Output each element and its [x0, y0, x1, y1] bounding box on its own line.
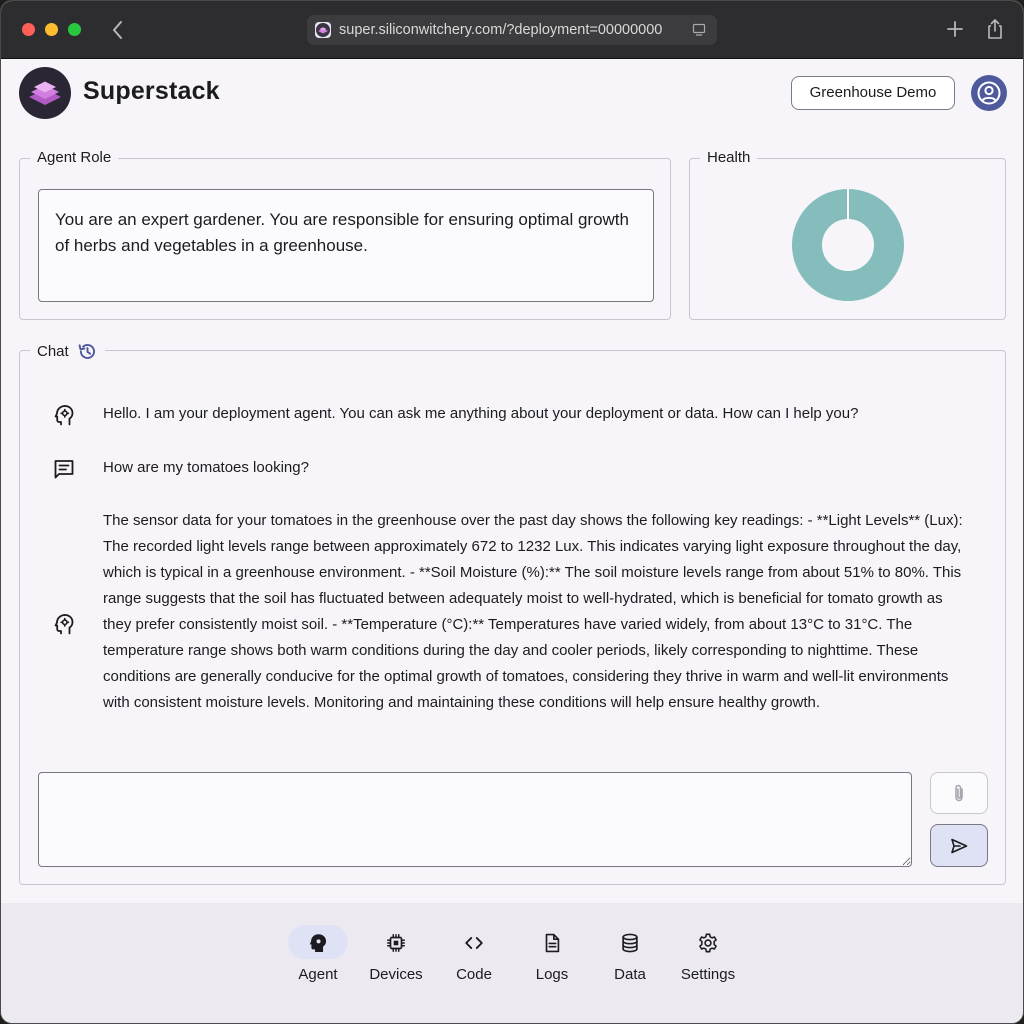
account-circle-icon [977, 81, 1001, 105]
maximize-window-button[interactable] [68, 23, 81, 36]
nav-label: Agent [298, 966, 338, 983]
chat-message-text: The sensor data for your tomatoes in the… [103, 512, 963, 711]
bottom-navigation: Agent Devices Code Logs Data Settings [1, 903, 1023, 1023]
nav-label: Devices [369, 966, 423, 983]
browser-window: super.siliconwitchery.com/?deployment=00… [0, 0, 1024, 1024]
agent-head-icon [54, 614, 74, 635]
agent-role-panel: Agent Role You are an expert gardener. Y… [19, 149, 671, 320]
agent-role-legend: Agent Role [30, 149, 119, 167]
share-button[interactable] [985, 17, 1005, 41]
new-tab-button[interactable] [945, 19, 965, 39]
gear-icon [699, 933, 717, 953]
database-icon [622, 933, 638, 953]
superstack-logo [19, 67, 71, 119]
health-panel: Health [689, 149, 1006, 320]
paperclip-icon [955, 784, 963, 802]
agent-head-icon [309, 934, 327, 952]
chat-message-user: How are my tomatoes looking? [20, 455, 1005, 483]
deployment-select-button[interactable]: Greenhouse Demo [791, 76, 955, 110]
document-icon [545, 933, 560, 953]
nav-item-agent[interactable]: Agent [279, 925, 357, 991]
back-button[interactable] [107, 17, 129, 43]
address-bar[interactable]: super.siliconwitchery.com/?deployment=00… [307, 15, 717, 45]
url-text: super.siliconwitchery.com/?deployment=00… [339, 22, 663, 38]
health-legend: Health [700, 149, 758, 167]
chat-legend-label: Chat [37, 342, 69, 360]
chat-panel: Chat Hello. I am your deployment agent. … [19, 341, 1006, 885]
chip-icon [387, 934, 405, 952]
profile-button[interactable] [971, 75, 1007, 111]
send-button[interactable] [930, 824, 988, 867]
agent-role-textbox[interactable]: You are an expert gardener. You are resp… [38, 189, 654, 302]
nav-item-data[interactable]: Data [591, 925, 669, 991]
chat-message-agent: The sensor data for your tomatoes in the… [20, 508, 1005, 742]
close-window-button[interactable] [22, 23, 35, 36]
chat-message-text: Hello. I am your deployment agent. You c… [103, 405, 859, 422]
chat-legend: Chat [30, 341, 105, 362]
chat-input[interactable] [38, 772, 912, 867]
health-donut-chart [792, 189, 904, 301]
nav-label: Logs [535, 966, 569, 983]
send-icon [951, 838, 968, 853]
plus-icon [947, 21, 963, 37]
code-icon [465, 937, 483, 949]
chat-bubble-icon [54, 460, 74, 479]
nav-label: Settings [680, 966, 736, 983]
reader-mode-icon[interactable] [691, 22, 707, 38]
nav-item-devices[interactable]: Devices [357, 925, 435, 991]
agent-head-icon [54, 405, 74, 426]
nav-item-settings[interactable]: Settings [669, 925, 747, 991]
brand-title: Superstack [83, 77, 220, 105]
chevron-left-icon [113, 21, 122, 39]
attach-button[interactable] [930, 772, 988, 814]
nav-item-logs[interactable]: Logs [513, 925, 591, 991]
nav-item-code[interactable]: Code [435, 925, 513, 991]
history-icon[interactable] [77, 341, 98, 362]
layers-logo-icon [29, 81, 61, 105]
chat-message-text: How are my tomatoes looking? [103, 459, 309, 476]
nav-label: Code [456, 966, 492, 983]
nav-label: Data [614, 966, 646, 983]
browser-toolbar: super.siliconwitchery.com/?deployment=00… [1, 1, 1023, 59]
minimize-window-button[interactable] [45, 23, 58, 36]
chat-message-agent: Hello. I am your deployment agent. You c… [20, 401, 1005, 429]
share-icon [988, 19, 1002, 39]
site-favicon-icon [315, 22, 331, 38]
